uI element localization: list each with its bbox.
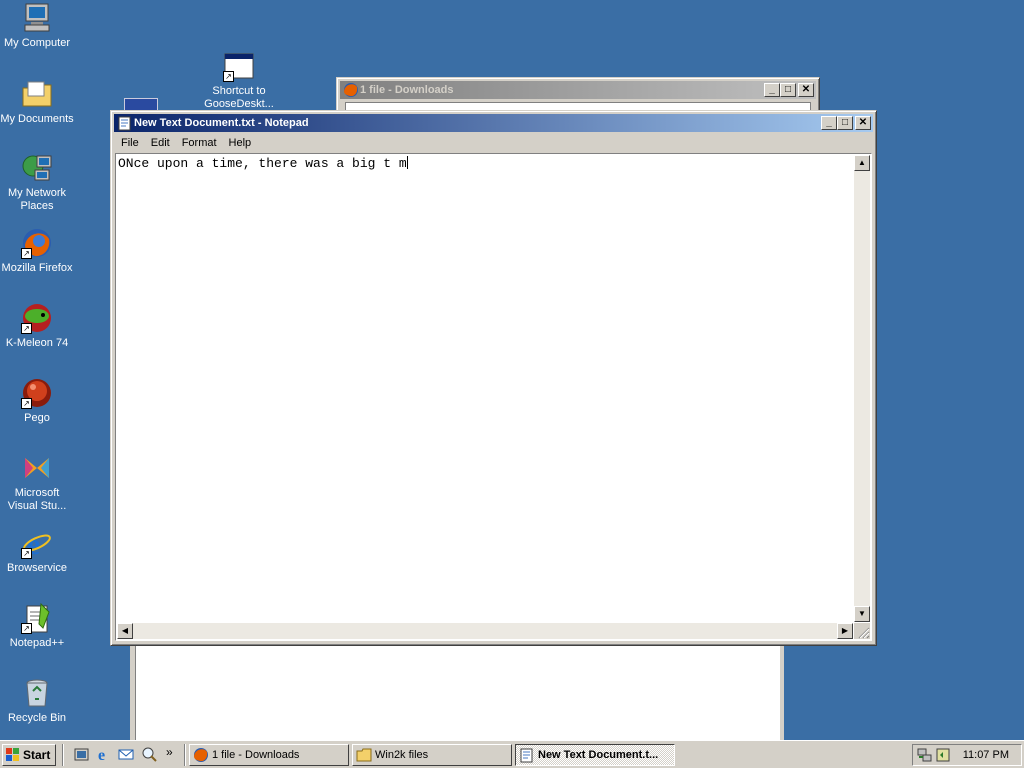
start-button[interactable]: Start <box>2 744 56 766</box>
desktop-icon-label: Browservice <box>7 562 67 574</box>
folder-icon <box>356 747 372 763</box>
taskbar-button-label: 1 file - Downloads <box>212 749 300 761</box>
text-body: ONce upon a time, there was a big t m <box>118 156 407 171</box>
desktop-icon-goose-shortcut[interactable]: ↗ Shortcut to GooseDeskt... <box>201 50 277 111</box>
network-icon <box>21 152 53 184</box>
taskbar-separator <box>62 744 64 766</box>
kmeleon-icon: ↗ <box>21 302 53 334</box>
computer-icon <box>21 2 53 34</box>
desktop-icon-browservice[interactable]: e ↗ Browservice <box>0 527 74 575</box>
desktop-icon-visual-studio[interactable]: Microsoft Visual Stu... <box>0 452 74 513</box>
start-label: Start <box>23 748 51 762</box>
notepad-title: New Text Document.txt - Notepad <box>134 117 309 129</box>
desktop-icon-my-documents[interactable]: My Documents <box>0 78 74 126</box>
notepad-icon <box>117 115 133 131</box>
downloads-titlebar[interactable]: 1 file - Downloads _ □ ✕ <box>340 81 816 99</box>
show-desktop-icon[interactable] <box>74 746 90 762</box>
pego-icon: ↗ <box>21 377 53 409</box>
visual-studio-icon <box>21 452 53 484</box>
ie-icon[interactable]: e <box>96 746 112 764</box>
volume-tray-icon[interactable] <box>935 747 951 763</box>
search-icon[interactable] <box>141 746 157 762</box>
firefox-icon <box>343 82 359 98</box>
taskbar-button-downloads[interactable]: 1 file - Downloads <box>189 744 349 766</box>
menu-file[interactable]: File <box>115 134 145 152</box>
downloads-window-body <box>130 645 784 741</box>
notepad-icon <box>519 747 535 763</box>
desktop-icon-recycle-bin[interactable]: Recycle Bin <box>0 677 74 725</box>
desktop-icon-mozilla-firefox[interactable]: ↗ Mozilla Firefox <box>0 227 74 275</box>
desktop-icon-label: Mozilla Firefox <box>1 262 73 274</box>
text-caret <box>406 156 408 169</box>
outlook-express-icon[interactable] <box>118 746 134 762</box>
shortcut-arrow-icon: ↗ <box>21 548 32 559</box>
shortcut-arrow-icon: ↗ <box>21 623 32 634</box>
resize-grip[interactable] <box>854 623 870 639</box>
taskbar-button-label: Win2k files <box>375 749 429 761</box>
desktop-icon-my-network-places[interactable]: My Network Places <box>0 152 74 213</box>
system-tray: 11:07 PM <box>912 744 1022 766</box>
close-button[interactable]: ✕ <box>855 116 871 130</box>
scroll-down-button[interactable]: ▼ <box>854 606 870 622</box>
notepad-window[interactable]: New Text Document.txt - Notepad _ □ ✕ Fi… <box>110 110 877 646</box>
firefox-icon: ↗ <box>21 227 53 259</box>
desktop-icon-label: My Computer <box>3 37 71 49</box>
ie-icon: e ↗ <box>21 527 53 561</box>
desktop-icon-notepadpp[interactable]: ↗ Notepad++ <box>0 602 74 650</box>
desktop-icon-label: K-Meleon 74 <box>5 337 69 349</box>
notepad-titlebar[interactable]: New Text Document.txt - Notepad _ □ ✕ <box>114 114 873 132</box>
horizontal-scrollbar[interactable]: ◀ ▶ <box>117 623 853 639</box>
desktop-icon-k-meleon[interactable]: ↗ K-Meleon 74 <box>0 302 74 350</box>
taskbar-button-label: New Text Document.t... <box>538 749 659 761</box>
scroll-left-button[interactable]: ◀ <box>117 623 133 639</box>
desktop-icon-label: Shortcut to GooseDeskt... <box>204 85 274 110</box>
desktop-icon-my-computer[interactable]: My Computer <box>0 2 74 50</box>
scroll-up-button[interactable]: ▲ <box>854 155 870 171</box>
minimize-button[interactable]: _ <box>764 83 780 97</box>
scroll-right-button[interactable]: ▶ <box>837 623 853 639</box>
menu-bar: File Edit Format Help <box>115 134 257 152</box>
minimize-button[interactable]: _ <box>821 116 837 130</box>
desktop-icon-label: My Documents <box>0 113 74 125</box>
text-editor[interactable]: ONce upon a time, there was a big t m ▲ … <box>115 153 872 641</box>
windows-logo-icon <box>6 748 20 762</box>
shortcut-arrow-icon: ↗ <box>21 323 32 334</box>
vertical-scrollbar[interactable]: ▲ ▼ <box>854 155 870 622</box>
maximize-button[interactable]: □ <box>780 83 796 97</box>
recycle-bin-icon <box>21 677 53 709</box>
shortcut-arrow-icon: ↗ <box>21 248 32 259</box>
menu-edit[interactable]: Edit <box>145 134 176 152</box>
desktop-icon-label: Pego <box>24 412 50 424</box>
taskbar-button-win2k-files[interactable]: Win2k files <box>352 744 512 766</box>
desktop-icon-label: Microsoft Visual Stu... <box>7 487 67 512</box>
clock[interactable]: 11:07 PM <box>963 745 1009 765</box>
taskbar-button-notepad[interactable]: New Text Document.t... <box>515 744 675 766</box>
maximize-button[interactable]: □ <box>837 116 853 130</box>
shortcut-arrow-icon: ↗ <box>21 398 32 409</box>
desktop-icon-label: Notepad++ <box>9 637 65 649</box>
taskbar: Start e » 1 file - Downloads Win2k files… <box>0 740 1024 768</box>
firefox-icon <box>193 747 209 763</box>
menu-format[interactable]: Format <box>176 134 223 152</box>
folder-documents-icon <box>21 78 53 110</box>
quicklaunch-overflow-button[interactable]: » <box>166 745 173 759</box>
desktop-icon-pego[interactable]: ↗ Pego <box>0 377 74 425</box>
desktop-icon-label: My Network Places <box>7 187 67 212</box>
shortcut-arrow-icon: ↗ <box>223 71 234 82</box>
desktop-icon-label: Recycle Bin <box>7 712 67 724</box>
window-shortcut-icon: ↗ <box>223 50 255 82</box>
notepadpp-icon: ↗ <box>21 602 53 634</box>
taskbar-separator <box>184 744 186 766</box>
close-button[interactable]: ✕ <box>798 83 814 97</box>
downloads-title: 1 file - Downloads <box>360 84 454 96</box>
text-content: ONce upon a time, there was a big t m <box>118 156 408 171</box>
svg-text:e: e <box>98 747 105 762</box>
menu-help[interactable]: Help <box>223 134 258 152</box>
network-tray-icon[interactable] <box>917 747 933 763</box>
